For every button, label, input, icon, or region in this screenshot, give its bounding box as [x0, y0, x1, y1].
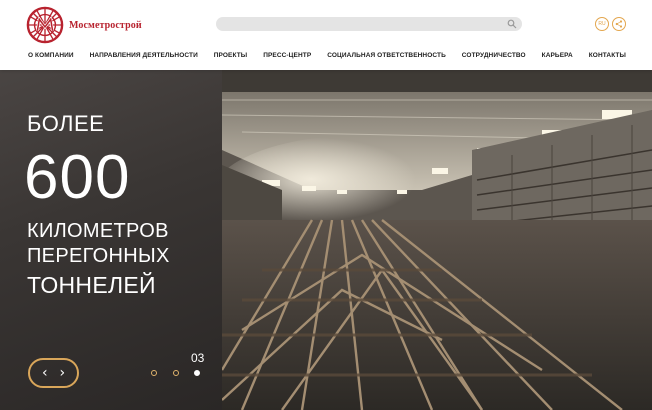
- share-button[interactable]: [612, 17, 626, 31]
- search-icon[interactable]: [507, 19, 517, 29]
- logo[interactable]: Мосметрострой: [26, 6, 142, 44]
- nav-item-contacts[interactable]: Контакты: [589, 52, 626, 59]
- chevron-right-icon[interactable]: ›: [59, 365, 65, 381]
- main-nav: О компании Направления деятельности Прое…: [28, 52, 626, 59]
- language-button[interactable]: RU: [595, 17, 609, 31]
- slider-arrows: ‹ ›: [28, 358, 79, 388]
- tunnel-photo: [222, 70, 652, 410]
- language-label: RU: [598, 21, 606, 27]
- metro-logo-icon: [26, 6, 64, 44]
- nav-item-career[interactable]: Карьера: [542, 52, 573, 59]
- slide-dot-2[interactable]: [173, 370, 179, 376]
- slide-dot-1[interactable]: [151, 370, 157, 376]
- hero-line-1: КИЛОМЕТРОВ: [27, 220, 169, 242]
- logo-text: Мосметрострой: [69, 19, 142, 31]
- hero-number: 600: [24, 143, 131, 212]
- hero-slider: БОЛЕЕ 600 КИЛОМЕТРОВ ПЕРЕГОННЫХ ТОННЕЛЕЙ…: [0, 70, 652, 410]
- site-header: Мосметрострой RU О компании Направления …: [0, 0, 652, 70]
- nav-item-projects[interactable]: Проекты: [214, 52, 247, 59]
- nav-item-about[interactable]: О компании: [28, 52, 74, 59]
- slide-counter: 03: [191, 351, 205, 365]
- search-input[interactable]: [216, 17, 522, 31]
- chevron-left-icon[interactable]: ‹: [42, 365, 48, 381]
- nav-item-directions[interactable]: Направления деятельности: [90, 52, 198, 59]
- nav-item-cooperation[interactable]: Сотрудничество: [462, 52, 526, 59]
- hero-prefix: БОЛЕЕ: [27, 111, 105, 136]
- hero-line-3: ТОННЕЛЕЙ: [27, 272, 156, 298]
- hero-line-2: ПЕРЕГОННЫХ: [27, 245, 170, 267]
- nav-item-press[interactable]: Пресс-центр: [263, 52, 311, 59]
- share-icon: [615, 20, 623, 28]
- slide-dot-3[interactable]: [194, 370, 200, 376]
- nav-item-social[interactable]: Социальная ответственность: [327, 52, 446, 59]
